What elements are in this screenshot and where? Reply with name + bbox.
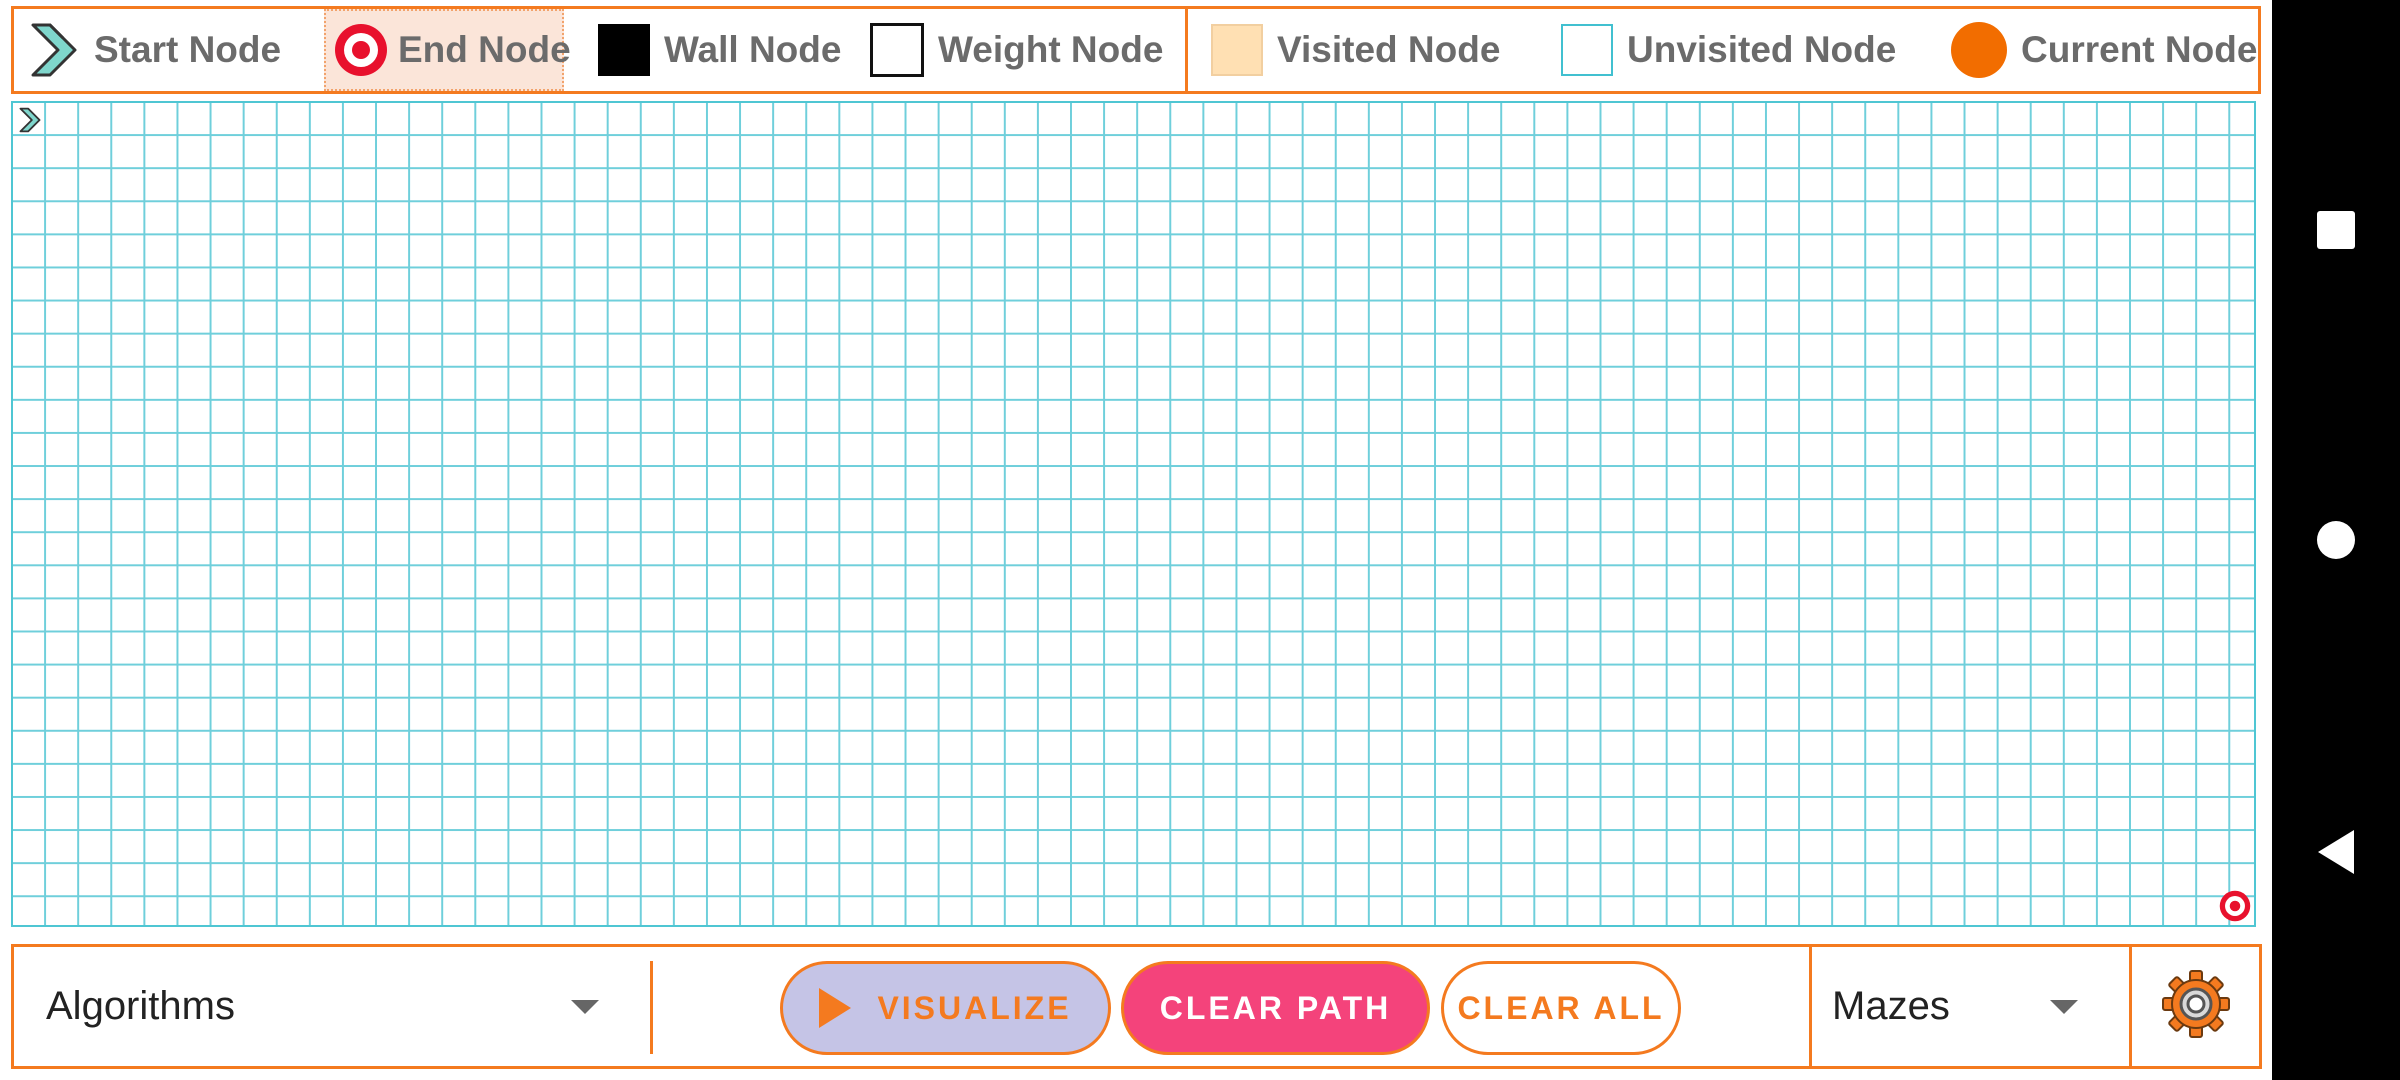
mazes-dropdown[interactable]: Mazes: [1809, 947, 2129, 1066]
legend-current-node: Current Node: [1951, 9, 2257, 91]
system-nav-bar: [2272, 0, 2400, 1080]
chevron-down-icon: [571, 1000, 599, 1014]
chevron-down-icon: [2050, 1000, 2078, 1014]
start-node-icon: [28, 17, 80, 83]
legend-unvisited-node: Unvisited Node: [1561, 9, 1896, 91]
legend-visited-node-label: Visited Node: [1277, 29, 1501, 70]
home-button[interactable]: [2272, 500, 2400, 580]
legend-wall-node[interactable]: Wall Node: [598, 9, 841, 91]
clear-all-button[interactable]: CLEAR ALL: [1441, 961, 1681, 1055]
legend-start-node-label: Start Node: [94, 29, 282, 70]
settings-button[interactable]: [2129, 947, 2259, 1066]
legend-weight-node[interactable]: Weight Node: [870, 9, 1163, 91]
clear-path-button-label: CLEAR PATH: [1159, 989, 1392, 1026]
legend-unvisited-node-label: Unvisited Node: [1627, 29, 1897, 70]
play-icon: [819, 988, 852, 1028]
legend-current-node-label: Current Node: [2021, 29, 2258, 70]
gear-icon: [2161, 969, 2231, 1044]
recents-button[interactable]: [2272, 190, 2400, 270]
legend-end-node[interactable]: End Node: [324, 9, 571, 91]
back-button[interactable]: [2272, 812, 2400, 892]
legend-end-node-label: End Node: [398, 29, 571, 70]
clear-all-button-label: CLEAR ALL: [1457, 989, 1665, 1026]
legend-divider: [1185, 9, 1188, 91]
legend-weight-node-label: Weight Node: [938, 29, 1164, 70]
legend-start-node[interactable]: Start Node: [28, 9, 281, 91]
visualize-button[interactable]: VISUALIZE: [780, 961, 1111, 1055]
unvisited-node-swatch: [1561, 24, 1613, 76]
current-node-swatch: [1951, 22, 2007, 78]
pathfinding-grid[interactable]: [11, 101, 2256, 927]
algorithms-dropdown-label: Algorithms: [46, 984, 235, 1028]
back-triangle-icon: [2318, 830, 2354, 874]
legend-visited-node: Visited Node: [1211, 9, 1500, 91]
start-node-icon[interactable]: [15, 105, 45, 135]
control-bar: Algorithms VISUALIZE CLEAR PATH CLEAR AL…: [11, 944, 2262, 1069]
weight-node-swatch: [870, 23, 924, 77]
legend-bar: Start Node End Node Wall Node Weight Nod…: [11, 6, 2261, 94]
legend-wall-node-label: Wall Node: [664, 29, 842, 70]
target-icon[interactable]: [2218, 889, 2252, 923]
wall-node-swatch: [598, 24, 650, 76]
recents-square-icon: [2317, 211, 2355, 249]
home-circle-icon: [2317, 521, 2355, 559]
algorithms-dropdown[interactable]: Algorithms: [14, 947, 654, 1066]
target-icon: [332, 21, 390, 79]
mazes-dropdown-label: Mazes: [1832, 984, 1950, 1028]
visualize-button-label: VISUALIZE: [877, 989, 1072, 1026]
divider: [650, 961, 653, 1054]
clear-path-button[interactable]: CLEAR PATH: [1121, 961, 1430, 1055]
visited-node-swatch: [1211, 24, 1263, 76]
